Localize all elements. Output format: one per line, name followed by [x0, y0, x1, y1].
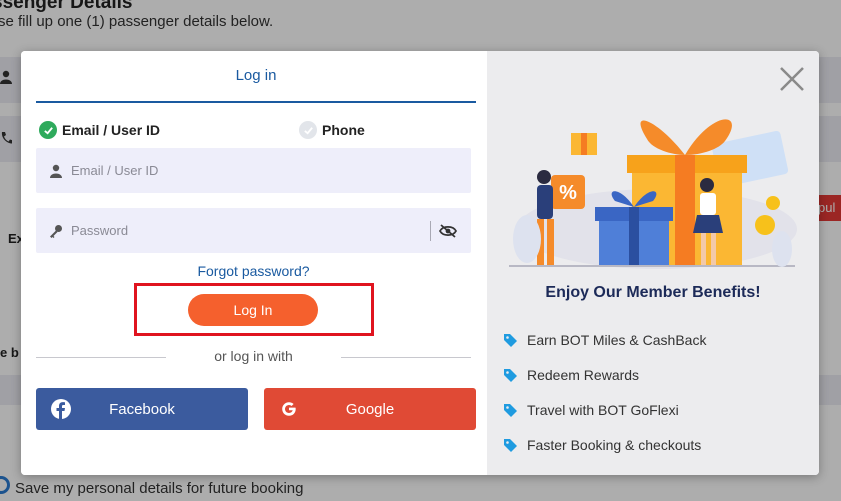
facebook-icon	[50, 399, 72, 419]
tag-icon	[503, 368, 519, 383]
benefit-label: Redeem Rewards	[527, 367, 640, 383]
tag-icon	[503, 333, 519, 348]
facebook-label: Facebook	[109, 400, 175, 418]
benefits-pane: % Enjoy Our Member Benefits! Earn BOT Mi…	[487, 51, 819, 475]
google-icon	[278, 401, 300, 417]
divider	[341, 357, 471, 358]
eye-slash-icon[interactable]	[439, 223, 459, 238]
tag-icon	[503, 438, 519, 453]
benefit-item: Travel with BOT GoFlexi	[503, 402, 679, 418]
google-label: Google	[345, 400, 395, 418]
option-phone-label: Phone	[322, 122, 365, 138]
email-field-container	[36, 148, 471, 193]
benefit-label: Travel with BOT GoFlexi	[527, 402, 679, 418]
login-pane: Log in Email / User ID Phone Email / Use…	[21, 51, 487, 475]
google-button[interactable]: Google	[264, 388, 476, 430]
login-modal: Log in Email / User ID Phone Email / Use…	[21, 51, 819, 475]
benefit-item: Redeem Rewards	[503, 367, 639, 383]
login-button[interactable]: Log In	[188, 294, 318, 326]
tab-login[interactable]: Log in	[36, 67, 476, 84]
option-email-user-id[interactable]: Email / User ID	[39, 121, 160, 139]
tag-icon	[503, 403, 519, 418]
benefits-title: Enjoy Our Member Benefits!	[545, 284, 761, 301]
password-field-container	[36, 208, 471, 253]
email-input[interactable]	[71, 148, 471, 193]
close-icon[interactable]	[777, 64, 807, 94]
benefit-item: Earn BOT Miles & CashBack	[503, 332, 706, 348]
option-phone[interactable]: Phone	[299, 121, 365, 139]
check-circle-icon	[299, 121, 317, 139]
user-icon	[46, 164, 66, 178]
facebook-button[interactable]: Facebook	[36, 388, 248, 430]
divider	[430, 220, 431, 241]
benefit-label: Earn BOT Miles & CashBack	[527, 332, 707, 348]
percent-sign: %	[559, 182, 577, 204]
key-icon	[46, 224, 66, 238]
password-input[interactable]	[71, 208, 430, 253]
check-circle-icon	[39, 121, 57, 139]
forgot-password-link[interactable]: Forgot password?	[36, 263, 471, 279]
gift-illustration: %	[509, 119, 797, 269]
benefit-label: Faster Booking & checkouts	[527, 437, 702, 453]
or-login-with-text: or log in with	[214, 348, 293, 364]
option-email-label: Email / User ID	[62, 122, 161, 138]
tab-underline	[36, 101, 476, 103]
benefit-item: Faster Booking & checkouts	[503, 437, 701, 453]
